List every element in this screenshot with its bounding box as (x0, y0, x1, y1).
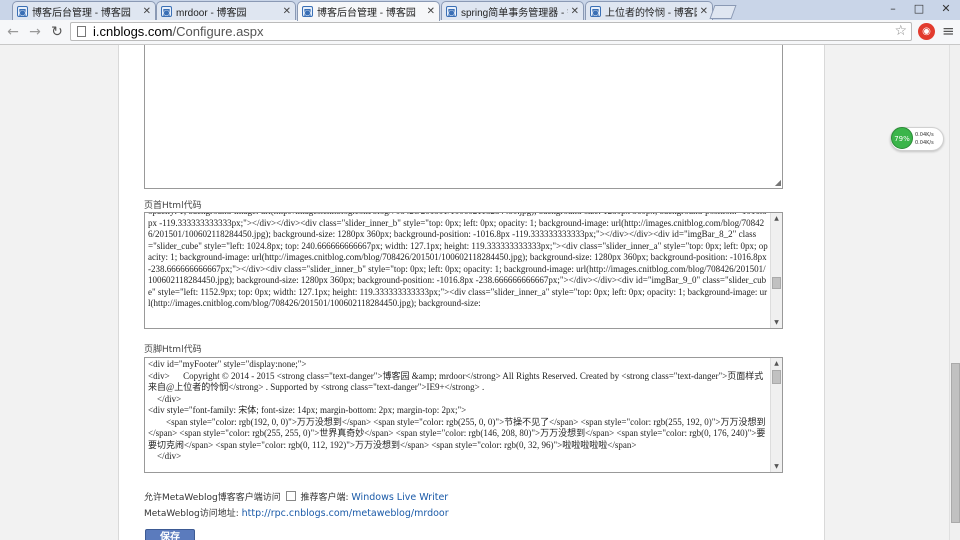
back-arrow-icon[interactable]: ← (4, 23, 22, 41)
cnblogs-favicon-icon: ◙ (446, 5, 457, 17)
windows-live-writer-link[interactable]: Windows Live Writer (351, 492, 448, 503)
new-tab-button[interactable] (709, 5, 737, 19)
download-rate: 0.04K/s (915, 140, 934, 146)
metaweblog-options-row: 允许MetaWeblog博客客户端访问 推荐客户端: Windows Live … (144, 490, 448, 503)
scroll-thumb[interactable] (772, 370, 781, 384)
url-text[interactable]: i.cnblogs.com/Configure.aspx (93, 24, 264, 39)
save-button[interactable]: 保存 (145, 529, 195, 540)
minimize-button[interactable]: – (880, 0, 906, 18)
tab-close-icon[interactable]: ✕ (427, 6, 435, 17)
scroll-up-icon[interactable]: ▲ (772, 214, 781, 223)
tab-strip: ◙ 博客后台管理 - 博客园 ✕ ◙ mrdoor - 博客园 ✕ ◙ 博客后台… (0, 0, 960, 21)
scroll-thumb[interactable] (772, 277, 781, 289)
bookmark-star-icon[interactable]: ☆ (894, 23, 907, 39)
tab-0[interactable]: ◙ 博客后台管理 - 博客园 ✕ (12, 1, 156, 20)
upload-rate: 0.04K/s (915, 132, 934, 138)
speed-percent-badge: 79% (891, 127, 913, 149)
textarea-scrollbar[interactable]: ▲ ▼ (770, 358, 782, 472)
resize-grip-icon[interactable]: ◢ (775, 179, 781, 187)
tab-title: 博客后台管理 - 博客园 (32, 7, 131, 19)
recommended-client-label: 推荐客户端: (300, 493, 349, 503)
tab-title: spring简单事务管理器 - 钱 (461, 7, 568, 19)
url-host: i.cnblogs.com (93, 24, 173, 39)
settings-panel: ◢ 页首Html代码 opacity: 1; background-image:… (118, 45, 825, 540)
network-speed-widget[interactable]: 79% 0.04K/s 0.04K/s (890, 127, 944, 151)
tab-close-icon[interactable]: ✕ (571, 6, 579, 17)
page-viewport: ◢ 页首Html代码 opacity: 1; background-image:… (0, 45, 949, 540)
cnblogs-favicon-icon: ◙ (590, 5, 601, 17)
cnblogs-favicon-icon: ◙ (161, 5, 172, 17)
metaweblog-address-row: MetaWeblog访问地址: http://rpc.cnblogs.com/m… (144, 506, 449, 519)
custom-css-textarea[interactable]: ◢ (144, 45, 783, 189)
scroll-down-icon[interactable]: ▼ (772, 318, 781, 327)
forward-arrow-icon[interactable]: → (26, 23, 44, 41)
tab-4[interactable]: ◙ 上位者的怜悯 - 博客园 ✕ (585, 1, 713, 20)
metaweblog-address-link[interactable]: http://rpc.cnblogs.com/metaweblog/mrdoor (242, 508, 449, 519)
address-bar[interactable]: i.cnblogs.com/Configure.aspx ☆ (70, 22, 912, 41)
footer-html-label: 页脚Html代码 (144, 345, 202, 355)
close-window-button[interactable]: ✕ (932, 0, 960, 18)
tab-3[interactable]: ◙ spring简单事务管理器 - 钱 ✕ (441, 1, 584, 20)
page-icon (77, 26, 86, 37)
chrome-menu-icon[interactable]: ≡ (942, 24, 955, 39)
tab-title: mrdoor - 博客园 (176, 7, 247, 19)
header-html-label: 页首Html代码 (144, 201, 202, 211)
reload-icon[interactable]: ↻ (48, 23, 66, 41)
metaweblog-address-label: MetaWeblog访问地址: (144, 509, 239, 519)
tab-2[interactable]: ◙ 博客后台管理 - 博客园 ✕ (297, 1, 440, 21)
tab-close-icon[interactable]: ✕ (700, 6, 708, 17)
textarea-scrollbar[interactable]: ▲ ▼ (770, 213, 782, 328)
scroll-up-icon[interactable]: ▲ (772, 359, 781, 368)
url-path: /Configure.aspx (172, 24, 264, 39)
page-scroll-thumb[interactable] (951, 363, 960, 523)
scroll-down-icon[interactable]: ▼ (772, 462, 781, 471)
tab-1[interactable]: ◙ mrdoor - 博客园 ✕ (156, 1, 296, 20)
cnblogs-favicon-icon: ◙ (302, 6, 313, 17)
header-html-textarea[interactable]: opacity: 1; background-image: url(http:/… (144, 212, 783, 329)
maximize-button[interactable]: □ (906, 0, 932, 18)
metaweblog-allow-checkbox[interactable] (285, 491, 296, 501)
cnblogs-favicon-icon: ◙ (17, 5, 28, 17)
tab-close-icon[interactable]: ✕ (283, 6, 291, 17)
footer-html-code: <div id="myFooter" style="display:none;"… (148, 359, 766, 461)
tab-close-icon[interactable]: ✕ (143, 6, 151, 17)
footer-html-textarea[interactable]: <div id="myFooter" style="display:none;"… (144, 357, 783, 473)
header-html-code: opacity: 1; background-image: url(http:/… (148, 213, 768, 308)
tab-title: 博客后台管理 - 博客园 (317, 8, 416, 19)
extension-icon[interactable]: ◉ (918, 23, 935, 40)
page-scrollbar[interactable] (949, 45, 960, 540)
browser-toolbar: ← → ↻ i.cnblogs.com/Configure.aspx ☆ ◉ ≡ (0, 20, 960, 45)
speed-rates: 0.04K/s 0.04K/s (915, 131, 934, 147)
metaweblog-allow-label: 允许MetaWeblog博客客户端访问 (144, 493, 281, 503)
tab-title: 上位者的怜悯 - 博客园 (605, 7, 697, 19)
